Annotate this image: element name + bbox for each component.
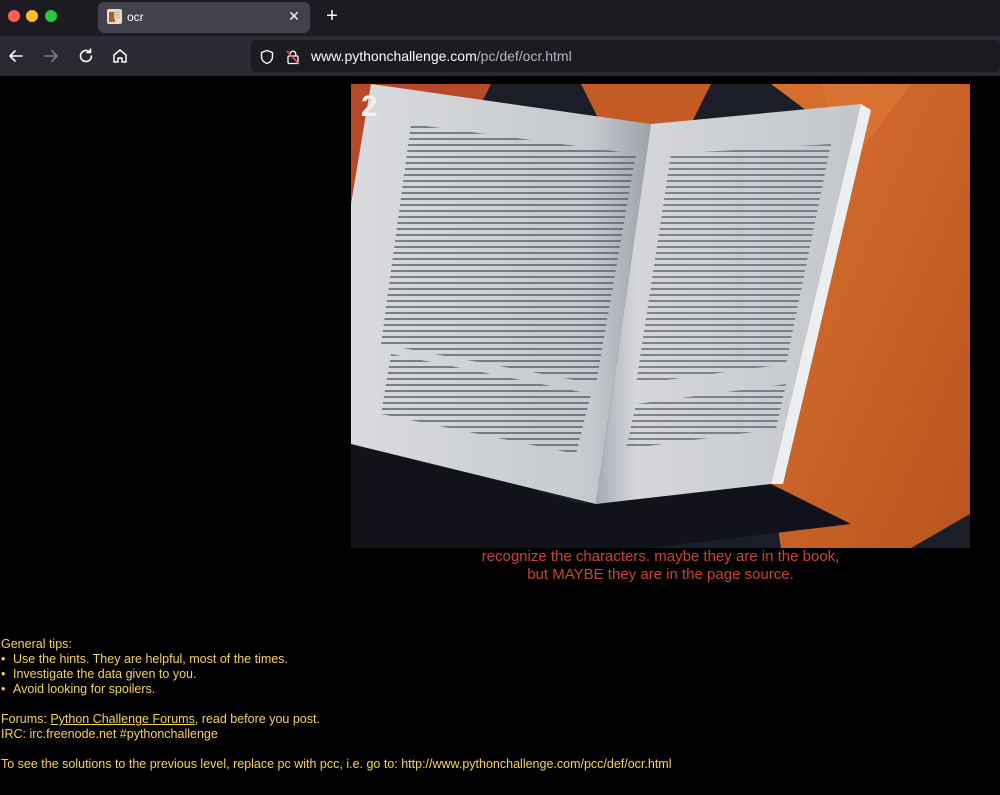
- tab-ocr[interactable]: ocr ✕: [98, 2, 310, 33]
- book-photo: 2: [351, 84, 970, 548]
- tab-title: ocr: [127, 10, 144, 24]
- hint-text: recognize the characters. maybe they are…: [351, 548, 970, 584]
- url-text[interactable]: www.pythonchallenge.com/pc/def/ocr.html: [311, 48, 572, 64]
- bullet-icon: •: [1, 652, 6, 666]
- tips-heading: General tips:: [1, 637, 72, 651]
- page-content: 2 recognize the characters. maybe they a…: [0, 76, 1000, 795]
- navigation-bar: www.pythonchallenge.com/pc/def/ocr.html: [0, 36, 1000, 76]
- tab-bar: ocr ✕ +: [0, 0, 1000, 36]
- book-illustration: [351, 84, 970, 548]
- close-window-button[interactable]: [8, 10, 20, 22]
- reload-icon[interactable]: [76, 46, 96, 66]
- forums-link[interactable]: Python Challenge Forums: [50, 712, 195, 726]
- url-path: /pc/def/ocr.html: [476, 48, 572, 64]
- new-tab-button[interactable]: +: [322, 6, 342, 26]
- irc-line: IRC: irc.freenode.net #pythonchallenge: [1, 727, 218, 741]
- shield-icon[interactable]: [259, 49, 275, 65]
- bullet-icon: •: [1, 682, 6, 696]
- forward-arrow-icon[interactable]: [41, 46, 61, 66]
- favicon-icon: [107, 9, 122, 24]
- bullet-icon: •: [1, 667, 6, 681]
- back-arrow-icon[interactable]: [6, 46, 26, 66]
- tip-item: • Use the hints. They are helpful, most o…: [1, 652, 288, 666]
- address-bar[interactable]: www.pythonchallenge.com/pc/def/ocr.html: [251, 40, 1000, 72]
- hint-line-2: but MAYBE they are in the page source.: [527, 566, 794, 583]
- page-number-label: 2: [361, 90, 378, 123]
- forums-line: Forums: Python Challenge Forums, read be…: [1, 712, 320, 726]
- url-host: www.pythonchallenge.com: [311, 48, 477, 64]
- tip-item: • Investigate the data given to you.: [1, 667, 197, 681]
- tip-item: • Avoid looking for spoilers.: [1, 682, 156, 696]
- hint-line-1: recognize the characters. maybe they are…: [481, 548, 840, 565]
- close-tab-icon[interactable]: ✕: [286, 8, 302, 24]
- home-icon[interactable]: [110, 46, 130, 66]
- insecure-lock-icon[interactable]: [285, 49, 301, 65]
- solutions-line: To see the solutions to the previous lev…: [1, 757, 672, 771]
- minimize-window-button[interactable]: [26, 10, 38, 22]
- general-tips: General tips: • Use the hints. They are h…: [1, 637, 991, 772]
- maximize-window-button[interactable]: [45, 10, 57, 22]
